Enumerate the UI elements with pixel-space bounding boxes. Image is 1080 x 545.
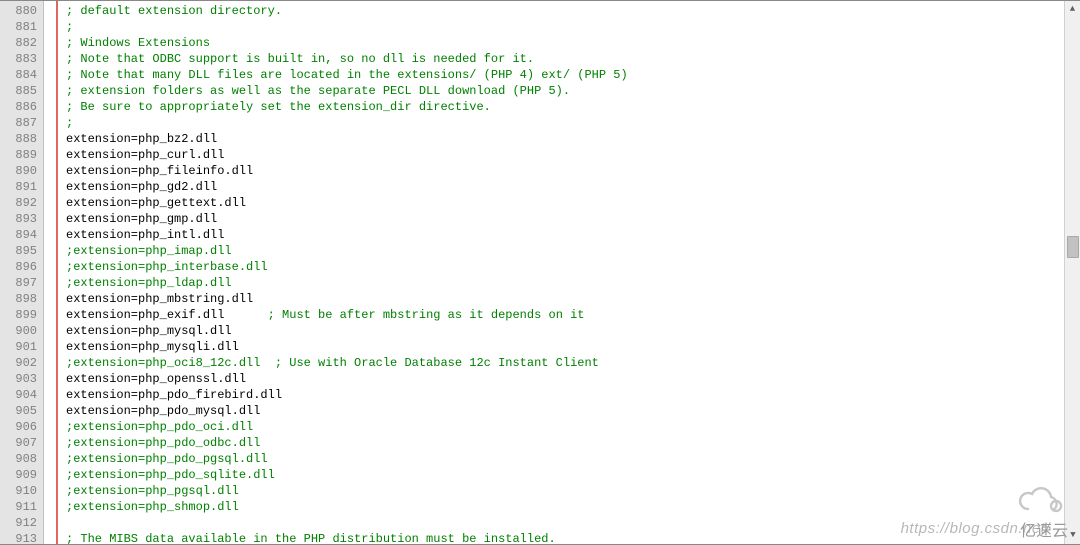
code-line: extension=php_mysqli.dll [66, 339, 1064, 355]
code-line: extension=php_openssl.dll [66, 371, 1064, 387]
line-number: 901 [0, 339, 43, 355]
code-line: ; [66, 115, 1064, 131]
line-number: 911 [0, 499, 43, 515]
code-line [66, 515, 1064, 531]
line-number: 889 [0, 147, 43, 163]
code-line: ; The MIBS data available in the PHP dis… [66, 531, 1064, 544]
line-number: 899 [0, 307, 43, 323]
scroll-down-arrow[interactable]: ▼ [1066, 528, 1080, 542]
line-number: 887 [0, 115, 43, 131]
code-line: ;extension=php_oci8_12c.dll ; Use with O… [66, 355, 1064, 371]
line-number: 903 [0, 371, 43, 387]
code-line: ;extension=php_pgsql.dll [66, 483, 1064, 499]
code-line: extension=php_curl.dll [66, 147, 1064, 163]
code-line: ; Windows Extensions [66, 35, 1064, 51]
code-line: ;extension=php_imap.dll [66, 243, 1064, 259]
line-number: 891 [0, 179, 43, 195]
line-number: 895 [0, 243, 43, 259]
line-number: 884 [0, 67, 43, 83]
line-number: 910 [0, 483, 43, 499]
line-number: 880 [0, 3, 43, 19]
line-number: 882 [0, 35, 43, 51]
line-number: 905 [0, 403, 43, 419]
code-line: extension=php_pdo_mysql.dll [66, 403, 1064, 419]
line-number: 888 [0, 131, 43, 147]
scroll-up-arrow[interactable]: ▲ [1066, 2, 1080, 16]
code-line: ;extension=php_pdo_oci.dll [66, 419, 1064, 435]
code-area[interactable]: ; default extension directory.;; Windows… [58, 1, 1064, 544]
code-line: ;extension=php_interbase.dll [66, 259, 1064, 275]
line-number: 881 [0, 19, 43, 35]
line-number: 890 [0, 163, 43, 179]
line-number: 904 [0, 387, 43, 403]
scroll-thumb[interactable] [1067, 236, 1079, 258]
code-line: ; [66, 19, 1064, 35]
change-marker-bar [44, 1, 58, 544]
code-line: ; Be sure to appropriately set the exten… [66, 99, 1064, 115]
code-line: extension=php_bz2.dll [66, 131, 1064, 147]
code-line: extension=php_mysql.dll [66, 323, 1064, 339]
line-number: 908 [0, 451, 43, 467]
code-line: ; Note that many DLL files are located i… [66, 67, 1064, 83]
line-number: 898 [0, 291, 43, 307]
code-line: ; default extension directory. [66, 3, 1064, 19]
line-number: 902 [0, 355, 43, 371]
code-line: ;extension=php_shmop.dll [66, 499, 1064, 515]
code-line: extension=php_gettext.dll [66, 195, 1064, 211]
line-number: 893 [0, 211, 43, 227]
code-line: ; extension folders as well as the separ… [66, 83, 1064, 99]
code-line: extension=php_mbstring.dll [66, 291, 1064, 307]
line-number: 886 [0, 99, 43, 115]
line-number: 894 [0, 227, 43, 243]
line-number: 897 [0, 275, 43, 291]
line-number: 912 [0, 515, 43, 531]
line-number: 896 [0, 259, 43, 275]
vertical-scrollbar[interactable]: ▲ ▼ [1064, 1, 1080, 544]
code-editor: 8808818828838848858868878888898908918928… [0, 0, 1080, 545]
line-number: 885 [0, 83, 43, 99]
code-line: ;extension=php_pdo_pgsql.dll [66, 451, 1064, 467]
code-line: extension=php_intl.dll [66, 227, 1064, 243]
code-line: ;extension=php_pdo_odbc.dll [66, 435, 1064, 451]
code-line: ;extension=php_pdo_sqlite.dll [66, 467, 1064, 483]
line-number: 883 [0, 51, 43, 67]
code-line: extension=php_gmp.dll [66, 211, 1064, 227]
line-number: 909 [0, 467, 43, 483]
code-line: extension=php_fileinfo.dll [66, 163, 1064, 179]
code-line: extension=php_gd2.dll [66, 179, 1064, 195]
line-number: 900 [0, 323, 43, 339]
code-line: ; Note that ODBC support is built in, so… [66, 51, 1064, 67]
line-number: 892 [0, 195, 43, 211]
line-number-gutter: 8808818828838848858868878888898908918928… [0, 1, 44, 544]
line-number: 906 [0, 419, 43, 435]
code-line: extension=php_pdo_firebird.dll [66, 387, 1064, 403]
code-line: ;extension=php_ldap.dll [66, 275, 1064, 291]
line-number: 913 [0, 531, 43, 545]
line-number: 907 [0, 435, 43, 451]
code-line: extension=php_exif.dll ; Must be after m… [66, 307, 1064, 323]
